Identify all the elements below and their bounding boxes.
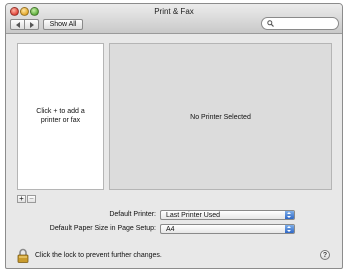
add-printer-button[interactable]: + [17,195,26,203]
lock-icon[interactable] [17,248,29,263]
lock-message: Click the lock to prevent further change… [35,252,162,259]
remove-printer-button[interactable]: − [27,195,36,203]
paper-size-label: Default Paper Size in Page Setup: [49,225,156,232]
printer-detail-pane: No Printer Selected [109,43,332,190]
show-all-button[interactable]: Show All [43,19,83,30]
search-field[interactable] [261,17,339,30]
print-fax-window: Print & Fax Show All Click + to add a pr… [5,3,343,269]
back-arrow-icon [15,21,20,28]
back-forward-control [10,19,39,30]
search-icon [267,20,274,27]
help-button[interactable]: ? [320,250,330,260]
titlebar: Print & Fax Show All [6,4,342,34]
popup-arrows-icon [285,225,294,233]
no-printer-selected-message: No Printer Selected [190,114,251,121]
default-printer-label: Default Printer: [109,211,156,218]
printer-list[interactable]: Click + to add a printer or fax [17,43,104,190]
default-printer-popup[interactable]: Last Printer Used [160,210,295,220]
search-input[interactable] [276,18,334,29]
default-printer-value: Last Printer Used [166,212,221,219]
paper-size-value: A4 [166,226,175,233]
printer-list-empty-message: Click + to add a printer or fax [20,107,101,125]
empty-message-line-2: printer or fax [40,117,81,124]
forward-button[interactable] [24,20,38,29]
window-title: Print & Fax [154,7,194,16]
paper-size-popup[interactable]: A4 [160,224,295,234]
back-button[interactable] [11,20,24,29]
empty-message-line-1: Click + to add a [36,108,85,115]
popup-arrows-icon [285,211,294,219]
forward-arrow-icon [29,21,34,28]
